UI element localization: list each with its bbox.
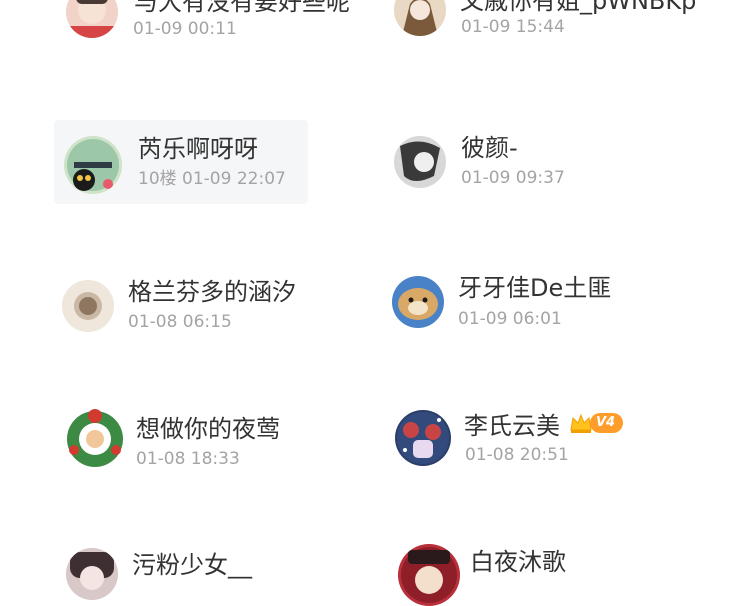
post-time: 01-08 18:33 xyxy=(136,449,240,469)
avatar[interactable] xyxy=(392,276,444,328)
user-name[interactable]: 李氏云美 xyxy=(464,411,560,441)
post-time: 01-09 09:37 xyxy=(461,168,565,188)
user-name[interactable]: 芮乐啊呀呀 xyxy=(138,134,258,164)
user-name[interactable]: 与大有没有要好些呢 xyxy=(134,0,350,17)
user-name[interactable]: 文戚你有姐_pWNBKp xyxy=(460,0,696,16)
avatar[interactable] xyxy=(394,136,446,188)
avatar[interactable] xyxy=(66,548,118,600)
user-name[interactable]: 彼颜- xyxy=(461,133,518,163)
vip-level: V4 xyxy=(590,413,624,433)
post-time: 01-09 00:11 xyxy=(133,19,237,39)
user-name[interactable]: 格兰芬多的涵汐 xyxy=(128,277,296,307)
avatar[interactable] xyxy=(64,136,122,194)
avatar[interactable] xyxy=(398,544,460,606)
post-time: 01-08 20:51 xyxy=(465,445,569,465)
user-name[interactable]: 白夜沐歌 xyxy=(470,547,566,577)
vip-badge: V4 xyxy=(568,410,624,436)
user-name[interactable]: 想做你的夜莺 xyxy=(136,414,280,444)
avatar[interactable] xyxy=(394,0,446,36)
post-time: 01-09 15:44 xyxy=(461,17,565,37)
avatar[interactable] xyxy=(395,410,451,466)
avatar[interactable] xyxy=(62,280,114,332)
post-time: 01-09 06:01 xyxy=(458,309,562,329)
floor-and-time: 10楼 01-09 22:07 xyxy=(138,169,286,189)
user-name[interactable]: 牙牙佳De土匪 xyxy=(458,273,611,303)
post-time: 01-08 06:15 xyxy=(128,312,232,332)
avatar[interactable] xyxy=(66,0,118,38)
user-name[interactable]: 污粉少女__ xyxy=(132,550,252,580)
avatar[interactable] xyxy=(64,408,126,470)
